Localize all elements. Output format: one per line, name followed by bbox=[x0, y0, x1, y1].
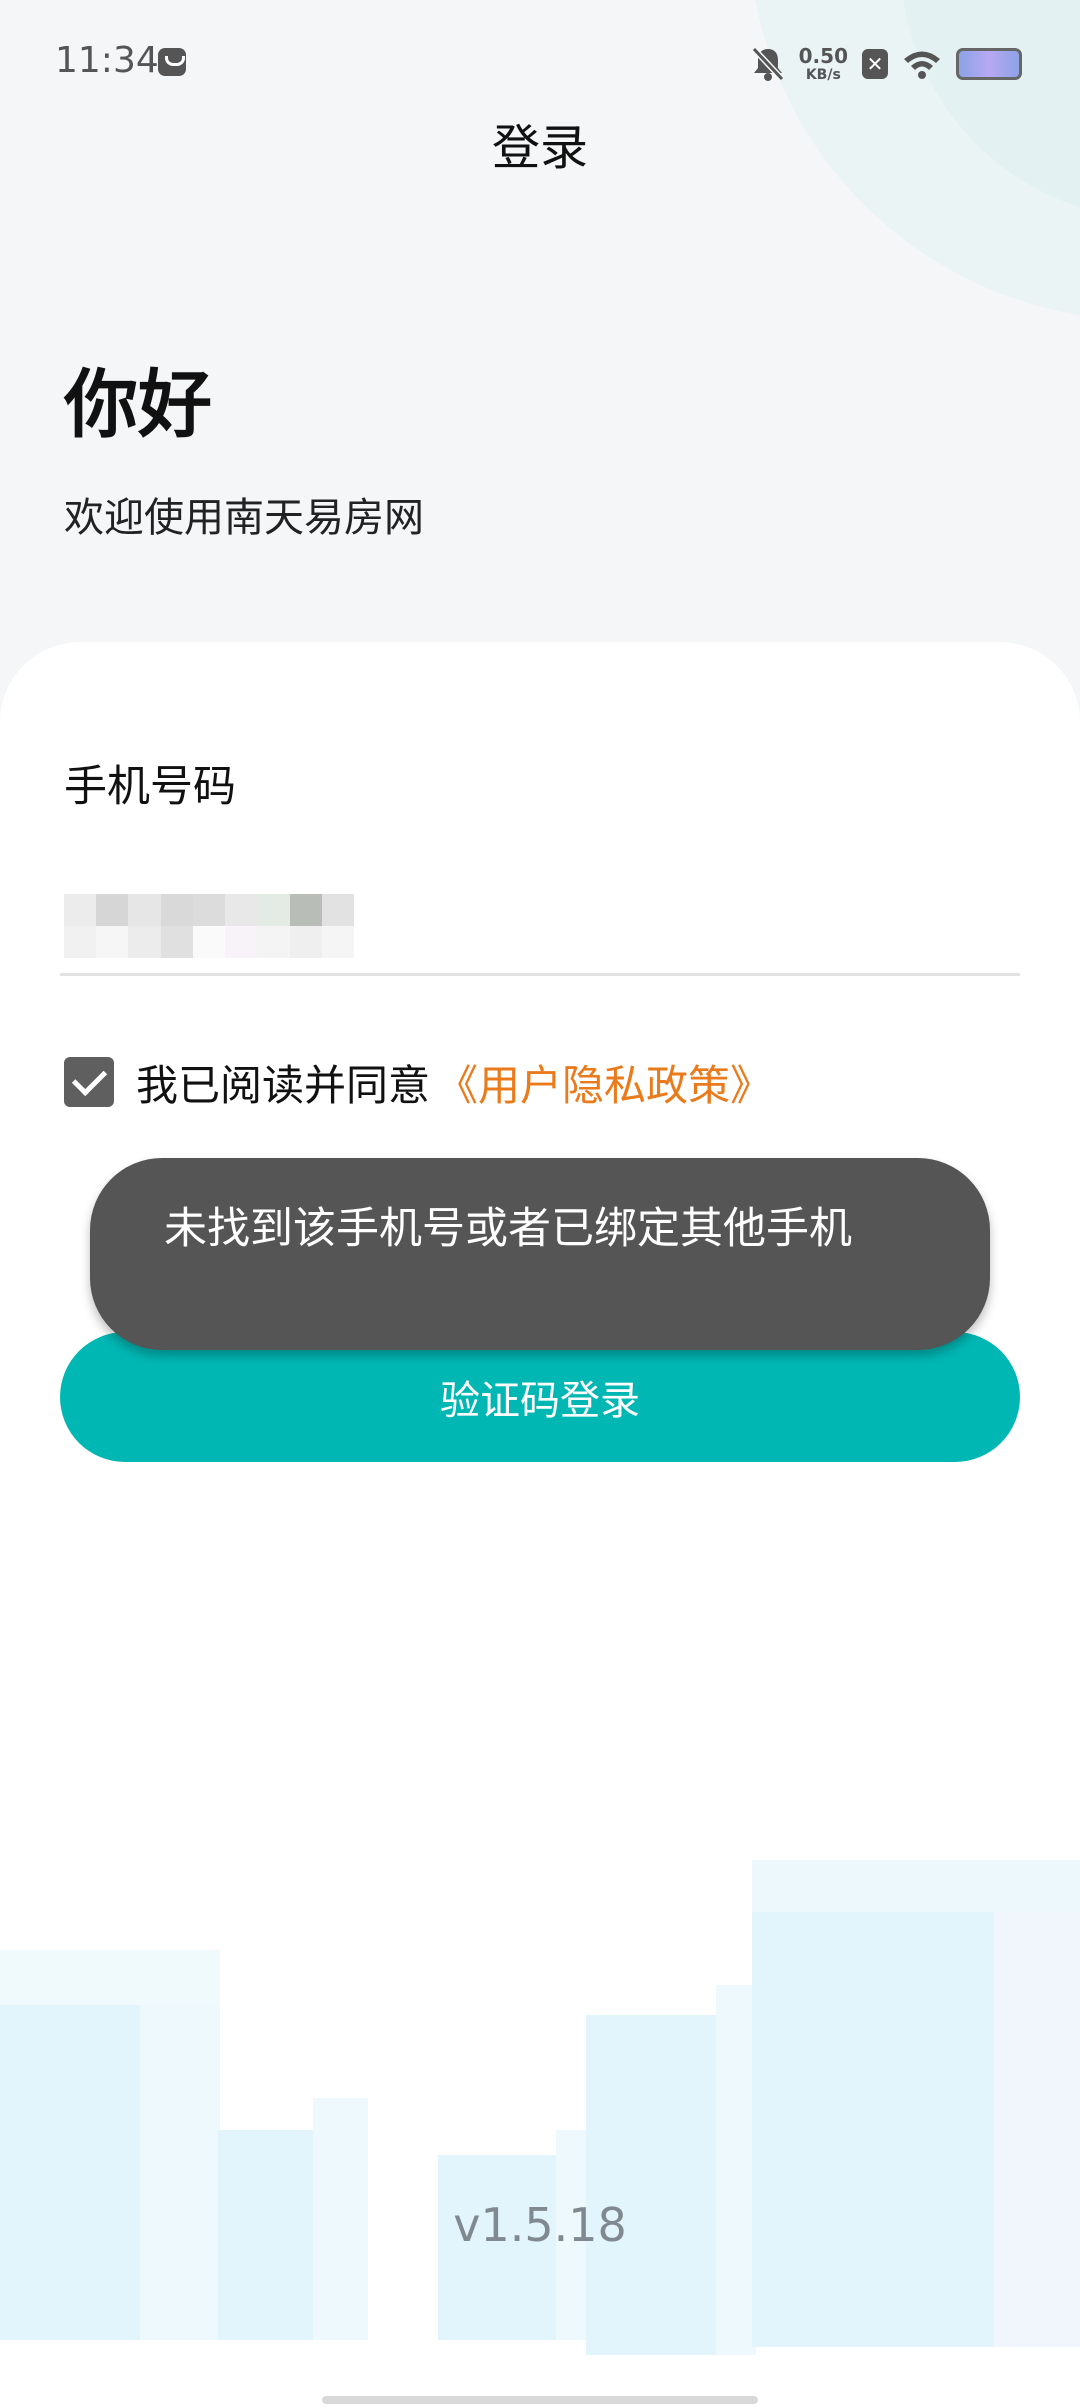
message-icon bbox=[158, 48, 186, 76]
error-toast: 未找到该手机号或者已绑定其他手机 bbox=[90, 1158, 990, 1350]
building-shape bbox=[586, 2015, 716, 2355]
login-screen: 11:34 0.50 KB/s ✕ 登录 你好 欢迎使用南天易房网 手机号码 我… bbox=[0, 0, 1080, 2408]
phone-label: 手机号码 bbox=[64, 762, 236, 812]
sim-off-icon: ✕ bbox=[862, 49, 888, 79]
network-speed: 0.50 KB/s bbox=[799, 46, 848, 82]
building-shape bbox=[0, 1950, 220, 2005]
building-shape bbox=[752, 1912, 994, 2347]
bell-off-icon bbox=[751, 46, 784, 82]
building-shape bbox=[994, 1860, 1080, 2347]
status-icons: 0.50 KB/s ✕ bbox=[751, 44, 1022, 84]
wifi-icon bbox=[904, 51, 940, 79]
sms-login-button[interactable]: 验证码登录 bbox=[60, 1332, 1020, 1462]
building-shape bbox=[752, 1860, 1080, 1912]
phone-input[interactable] bbox=[360, 890, 1014, 962]
input-underline bbox=[60, 973, 1020, 976]
greeting-heading: 你好 bbox=[64, 362, 212, 448]
building-shape bbox=[0, 2005, 140, 2340]
page-title: 登录 bbox=[491, 120, 588, 176]
net-speed-unit: KB/s bbox=[805, 67, 841, 83]
status-bar: 11:34 0.50 KB/s ✕ bbox=[0, 0, 1080, 120]
home-indicator[interactable] bbox=[322, 2396, 758, 2404]
welcome-text: 欢迎使用南天易房网 bbox=[64, 495, 424, 541]
battery-icon bbox=[956, 48, 1022, 80]
agree-checkbox[interactable] bbox=[64, 1057, 114, 1107]
status-time: 11:34 bbox=[55, 40, 159, 81]
privacy-policy-link[interactable]: 《用户隐私政策》 bbox=[436, 1052, 772, 1113]
version-label: v1.5.18 bbox=[453, 2198, 627, 2252]
building-shape bbox=[140, 1950, 220, 2340]
phone-number-mask bbox=[64, 894, 354, 958]
building-shape bbox=[716, 1985, 756, 2355]
net-speed-value: 0.50 bbox=[798, 44, 848, 68]
agree-text: 我已阅读并同意 bbox=[136, 1060, 431, 1110]
agreement-row: 我已阅读并同意 《用户隐私政策》 bbox=[64, 1054, 772, 1110]
phone-field[interactable] bbox=[60, 880, 1020, 976]
